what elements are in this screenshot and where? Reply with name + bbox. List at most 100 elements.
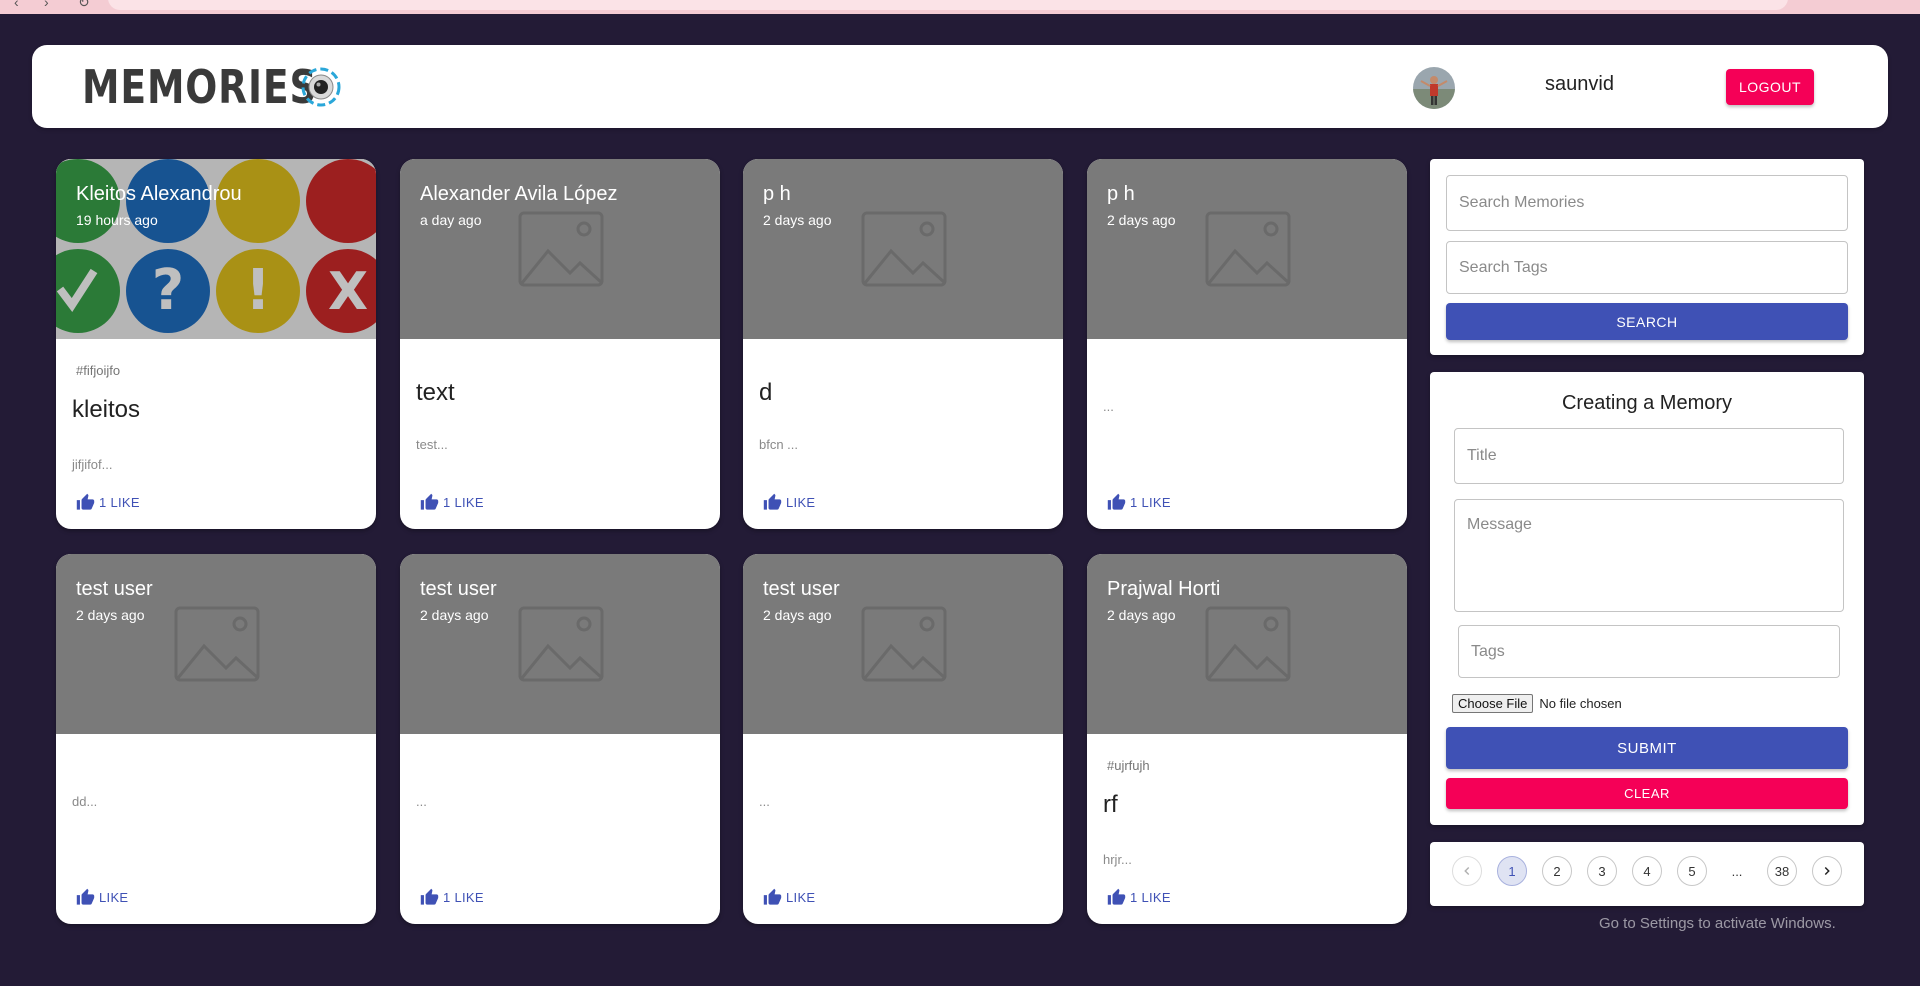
post-time: 2 days ago [763,607,832,623]
image-placeholder-icon [1205,606,1291,682]
next-page-button[interactable] [1812,856,1842,886]
like-button[interactable]: LIKE [76,888,128,907]
image-placeholder-icon [861,211,947,287]
page-4-button[interactable]: 4 [1632,856,1662,886]
page-1-button[interactable]: 1 [1497,856,1527,886]
post-time: 2 days ago [420,607,489,623]
page-ellipsis: ... [1731,863,1743,879]
page-last-button[interactable]: 38 [1767,856,1797,886]
post-message: jifjifof... [72,457,113,472]
address-bar[interactable] [108,0,1788,10]
thumb-up-icon [763,493,782,510]
post-message: bfcn ... [759,437,799,452]
like-count: LIKE [786,495,816,510]
thumb-up-icon [420,888,439,905]
forward-icon[interactable]: › [44,0,49,10]
post-author: p h [1107,183,1135,205]
image-placeholder-icon [518,211,604,287]
post-message: hrjr... [1103,852,1132,867]
message-field[interactable] [1454,499,1844,612]
post-title: d [759,379,773,406]
submit-button[interactable]: SUBMIT [1446,727,1848,769]
post-author: test user [420,578,497,600]
choose-file-button[interactable]: Choose File [1452,694,1534,713]
chevron-right-icon [1824,866,1830,876]
thumb-up-icon [420,493,439,510]
username-label: saunvid [1545,73,1614,95]
tags-field[interactable] [1458,625,1840,678]
like-count: 1 LIKE [1130,890,1171,905]
image-placeholder-icon [518,606,604,682]
post-media [743,159,1063,339]
post-card[interactable]: ?!XKleitos Alexandrou19 hours ago#fifjoi… [56,159,376,529]
title-field[interactable] [1454,428,1844,484]
post-message: ... [1103,399,1114,414]
reload-icon[interactable]: ↻ [78,0,90,11]
post-card[interactable]: p h 2 days ago... 1 LIKE [1087,159,1407,529]
like-button[interactable]: 1 LIKE [1107,888,1171,907]
logout-button[interactable]: LOGOUT [1726,69,1814,105]
like-button[interactable]: LIKE [763,493,815,512]
like-count: 1 LIKE [1130,495,1171,510]
post-media [1087,159,1407,339]
create-memory-form: Creating a Memory Choose File No file ch… [1430,372,1864,825]
like-button[interactable]: 1 LIKE [420,888,484,907]
post-card[interactable]: test user 2 days ago... 1 LIKE [400,554,720,924]
activate-windows-subtitle: Go to Settings to activate Windows. [1599,915,1836,932]
search-button[interactable]: SEARCH [1446,303,1848,340]
thumb-up-icon [763,888,782,905]
like-button[interactable]: 1 LIKE [76,493,140,512]
like-count: LIKE [786,890,816,905]
like-count: 1 LIKE [443,890,484,905]
clear-button[interactable]: CLEAR [1446,778,1848,809]
post-time: 2 days ago [763,212,832,228]
post-author: test user [76,578,153,600]
post-author: Alexander Avila López [420,183,618,205]
page-2-button[interactable]: 2 [1542,856,1572,886]
post-tags: #fifjoijfo [76,363,121,378]
image-placeholder-icon [1205,211,1291,287]
previous-page-button[interactable] [1452,856,1482,886]
like-count: 1 LIKE [99,495,140,510]
like-button[interactable]: 1 LIKE [1107,493,1171,512]
post-message: test... [416,437,448,452]
search-tags-input[interactable] [1446,241,1848,294]
page-5-button[interactable]: 5 [1677,856,1707,886]
back-icon[interactable]: ‹ [14,0,19,10]
thumb-up-icon [1107,888,1126,905]
post-card[interactable]: test user 2 days ago... LIKE [743,554,1063,924]
image-placeholder-icon [174,606,260,682]
page-3-button[interactable]: 3 [1587,856,1617,886]
post-author: Kleitos Alexandrou [76,183,242,205]
post-time: 2 days ago [1107,607,1176,623]
like-count: LIKE [99,890,129,905]
post-author: test user [763,578,840,600]
post-time: 19 hours ago [76,212,158,228]
like-button[interactable]: LIKE [763,888,815,907]
post-card[interactable]: Prajwal Horti 2 days ago #ujrfujh rf hrjr...… [1087,554,1407,924]
file-status: No file chosen [1539,696,1622,711]
browser-toolbar: ‹ › ↻ [0,0,1920,14]
app-header: Memories saunvid LOGOUT [32,45,1888,128]
like-button[interactable]: 1 LIKE [420,493,484,512]
chevron-left-icon [1464,866,1470,876]
post-message: ... [416,794,427,809]
post-author: Prajwal Horti [1107,578,1221,600]
file-upload: Choose File No file chosen [1452,694,1622,713]
thumb-up-icon [1107,493,1126,510]
post-card[interactable]: test user 2 days ago dd... LIKE [56,554,376,924]
post-message: dd... [72,794,98,809]
post-title: kleitos [72,396,141,423]
post-time: 2 days ago [1107,212,1176,228]
post-card[interactable]: Alexander Avila López a day ago text test..… [400,159,720,529]
form-heading: Creating a Memory [1561,392,1733,414]
activate-windows-title: Activate Windows [1599,890,1749,911]
search-memories-input[interactable] [1446,175,1848,231]
post-time: 2 days ago [76,607,145,623]
camera-lens-icon [301,67,341,107]
post-title: text [416,379,455,406]
avatar[interactable] [1413,67,1455,109]
post-card[interactable]: p h 2 days ago d bfcn ... LIKE [743,159,1063,529]
thumb-up-icon [76,888,95,905]
app-logo-text[interactable]: Memories [82,61,317,113]
